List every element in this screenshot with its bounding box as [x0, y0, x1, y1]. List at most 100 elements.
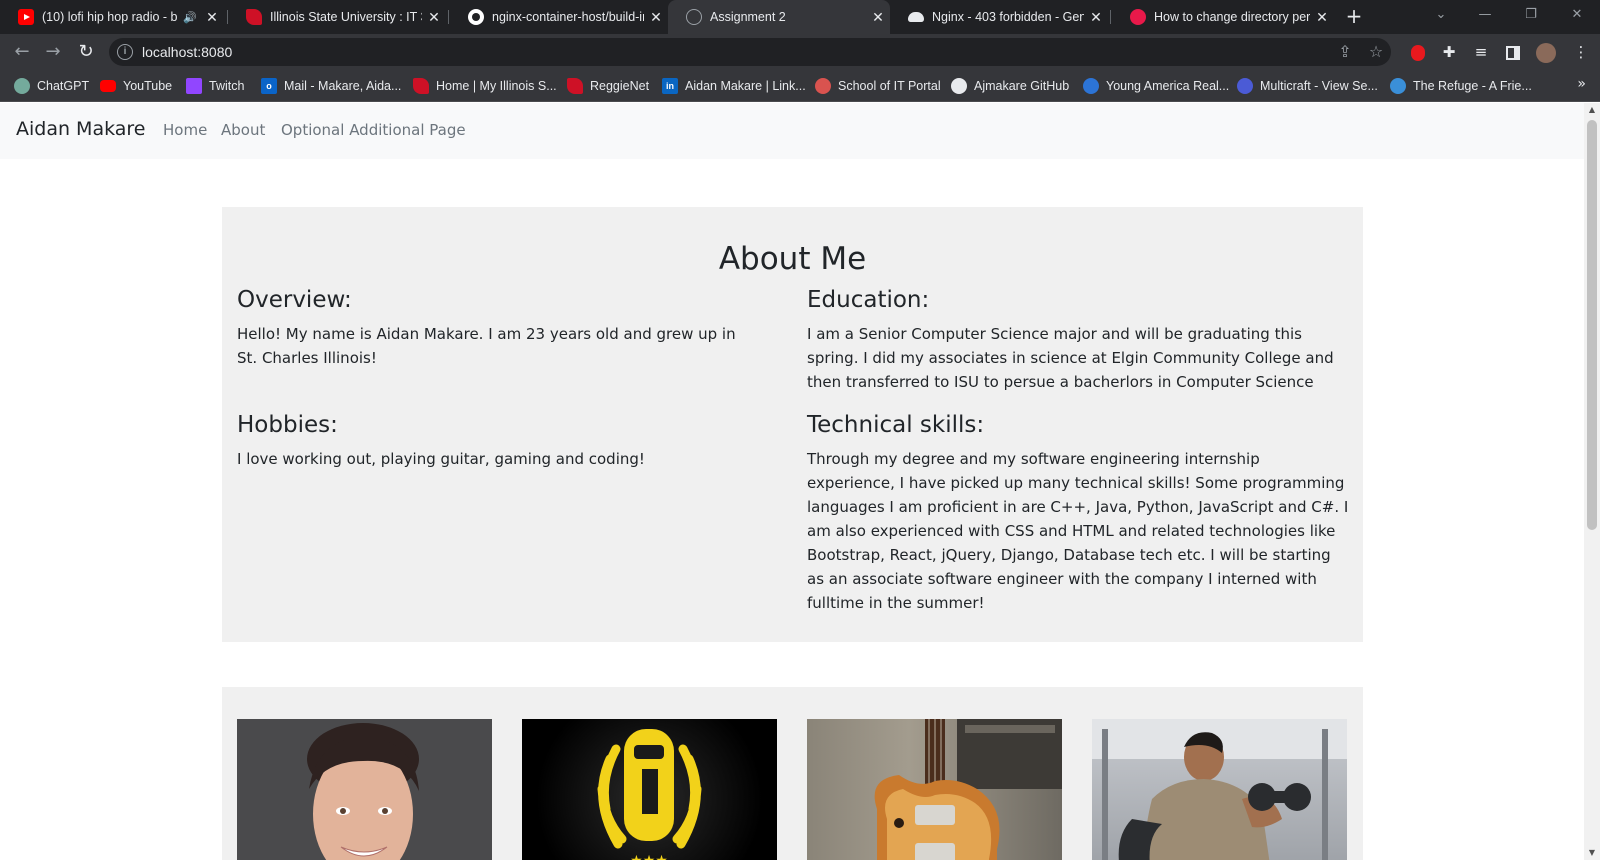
- new-tab-button[interactable]: +: [1342, 4, 1366, 28]
- redbird-icon: [567, 78, 583, 94]
- close-tab-icon[interactable]: ✕: [422, 9, 446, 26]
- close-tab-icon[interactable]: ✕: [866, 9, 890, 26]
- multicraft-icon: [1237, 78, 1253, 94]
- tab-title: Nginx - 403 forbidden - Gene: [932, 10, 1084, 24]
- speaker-icon[interactable]: 🔊: [182, 11, 198, 24]
- nav-home[interactable]: Home: [163, 121, 207, 139]
- bookmark-my-illinois-state[interactable]: Home | My Illinois S...: [413, 77, 557, 95]
- forward-icon[interactable]: →: [40, 39, 66, 65]
- youtube-icon: [18, 9, 34, 25]
- bookmarks-bar: ChatGPT YouTube Twitch o Mail - Makare, A…: [0, 70, 1600, 102]
- page-viewport: Aidan Makare Home About Optional Additio…: [0, 103, 1584, 860]
- outlook-icon: o: [261, 78, 277, 94]
- tab-isu[interactable]: Illinois State University : IT 35 ✕: [228, 0, 446, 34]
- about-heading: About Me: [718, 241, 867, 277]
- tab-strip: (10) lofi hip hop radio - b 🔊 ✕ Illinois…: [0, 0, 1600, 34]
- tab-directory-permissions[interactable]: How to change directory pern ✕: [1112, 0, 1334, 34]
- side-panel-icon[interactable]: [1502, 41, 1524, 63]
- tab-search-icon[interactable]: ⌄: [1418, 0, 1464, 34]
- bookmark-label: Aidan Makare | Link...: [685, 79, 806, 93]
- url-text[interactable]: localhost:8080: [142, 44, 232, 60]
- globe-icon: [686, 9, 702, 25]
- bookmark-chatgpt[interactable]: ChatGPT: [14, 77, 89, 95]
- globe-icon: [1390, 78, 1406, 94]
- bookmark-label: Ajmakare GitHub: [974, 79, 1070, 93]
- nav-optional-page[interactable]: Optional Additional Page: [281, 121, 466, 139]
- page-scrollbar[interactable]: ▲ ▼: [1584, 103, 1600, 860]
- bookmark-star-icon[interactable]: ☆: [1366, 42, 1386, 62]
- tab-title: nginx-container-host/build-in: [492, 10, 644, 24]
- bookmark-label: Mail - Makare, Aida...: [284, 79, 402, 93]
- education-text: I am a Senior Computer Science major and…: [807, 325, 1334, 391]
- bookmark-label: Young America Real...: [1106, 79, 1230, 93]
- technical-skills-title: Technical skills:: [807, 412, 985, 438]
- les-paul-guitar-photo: [807, 719, 1062, 860]
- bookmark-label: YouTube: [123, 79, 173, 93]
- overview-text: Hello! My name is Aidan Makare. I am 23 …: [237, 325, 736, 367]
- share-icon[interactable]: ⇪: [1335, 42, 1355, 62]
- menu-kebab-icon[interactable]: ⋮: [1570, 41, 1592, 63]
- bookmark-linkedin[interactable]: in Aidan Makare | Link...: [662, 77, 806, 95]
- close-window-button[interactable]: ✕: [1554, 0, 1600, 34]
- overview-section: Overview: Hello! My name is Aidan Makare…: [237, 286, 782, 370]
- nav-about[interactable]: About: [221, 121, 265, 139]
- bookmark-label: Multicraft - View Se...: [1260, 79, 1378, 93]
- scrollbar-thumb[interactable]: [1587, 120, 1597, 530]
- tab-nginx[interactable]: Nginx - 403 forbidden - Gene ✕: [890, 0, 1108, 34]
- bookmark-young-america[interactable]: Young America Real...: [1083, 77, 1229, 95]
- bookmark-github[interactable]: Ajmakare GitHub: [951, 77, 1069, 95]
- extension-shield-icon[interactable]: [1407, 41, 1429, 63]
- overview-title: Overview:: [237, 287, 352, 313]
- scroll-down-icon[interactable]: ▼: [1584, 846, 1600, 860]
- gym-workout-photo: [1092, 719, 1347, 860]
- site-info-icon[interactable]: i: [117, 44, 133, 60]
- github-icon: [951, 78, 967, 94]
- tab-lofi[interactable]: (10) lofi hip hop radio - b 🔊 ✕: [0, 0, 224, 34]
- reading-list-icon[interactable]: ≡: [1470, 41, 1492, 63]
- bookmark-school-of-it[interactable]: School of IT Portal: [815, 77, 941, 95]
- tab-assignment-2[interactable]: Assignment 2 ✕: [668, 0, 890, 34]
- profile-avatar[interactable]: [1535, 41, 1557, 63]
- linkedin-icon: in: [662, 78, 678, 94]
- bookmark-multicraft[interactable]: Multicraft - View Se...: [1237, 77, 1378, 95]
- bookmark-youtube[interactable]: YouTube: [100, 77, 172, 95]
- technical-skills-text: Through my degree and my software engine…: [807, 450, 1349, 612]
- minimize-button[interactable]: —: [1462, 0, 1508, 34]
- youtube-icon: [100, 80, 116, 92]
- more-bookmarks-icon[interactable]: »: [1577, 76, 1586, 92]
- pinned-site-icon: [1130, 9, 1146, 25]
- address-bar[interactable]: i localhost:8080 ⇪ ☆: [109, 38, 1391, 66]
- education-title: Education:: [807, 287, 930, 313]
- hobbies-section: Hobbies: I love working out, playing gui…: [237, 411, 782, 471]
- site-brand[interactable]: Aidan Makare: [16, 118, 146, 140]
- bookmark-label: The Refuge - A Frie...: [1413, 79, 1532, 93]
- tab-github[interactable]: nginx-container-host/build-in ✕: [450, 0, 668, 34]
- hobbies-text: I love working out, playing guitar, gami…: [237, 450, 645, 468]
- close-tab-icon[interactable]: ✕: [1310, 9, 1334, 26]
- reload-icon[interactable]: ↻: [73, 39, 99, 65]
- close-tab-icon[interactable]: ✕: [644, 9, 668, 26]
- photo-gallery: ★★★: [222, 687, 1363, 860]
- bookmark-the-refuge[interactable]: The Refuge - A Frie...: [1390, 77, 1532, 95]
- restore-button[interactable]: ❐: [1508, 0, 1554, 34]
- site-navbar: Aidan Makare Home About Optional Additio…: [0, 103, 1584, 159]
- chatgpt-icon: [14, 78, 30, 94]
- svg-text:★★★: ★★★: [630, 853, 668, 860]
- tab-title: (10) lofi hip hop radio - b: [42, 10, 178, 24]
- scroll-up-icon[interactable]: ▲: [1584, 103, 1600, 117]
- hobbies-title: Hobbies:: [237, 412, 338, 438]
- rainbow-six-logo: ★★★: [522, 719, 777, 860]
- bookmark-label: ChatGPT: [37, 79, 90, 93]
- extensions-puzzle-icon[interactable]: ✚: [1438, 41, 1460, 63]
- bookmark-reggienet[interactable]: ReggieNet: [567, 77, 649, 95]
- bookmark-label: School of IT Portal: [838, 79, 941, 93]
- close-tab-icon[interactable]: ✕: [1084, 9, 1108, 26]
- bookmark-twitch[interactable]: Twitch: [186, 77, 244, 95]
- tab-title: Assignment 2: [710, 10, 786, 24]
- tab-title: How to change directory pern: [1154, 10, 1310, 24]
- bookmark-mail[interactable]: o Mail - Makare, Aida...: [261, 77, 401, 95]
- bookmark-label: Home | My Illinois S...: [436, 79, 557, 93]
- close-tab-icon[interactable]: ✕: [200, 9, 224, 26]
- docker-icon: [908, 12, 924, 22]
- back-icon[interactable]: ←: [9, 39, 35, 65]
